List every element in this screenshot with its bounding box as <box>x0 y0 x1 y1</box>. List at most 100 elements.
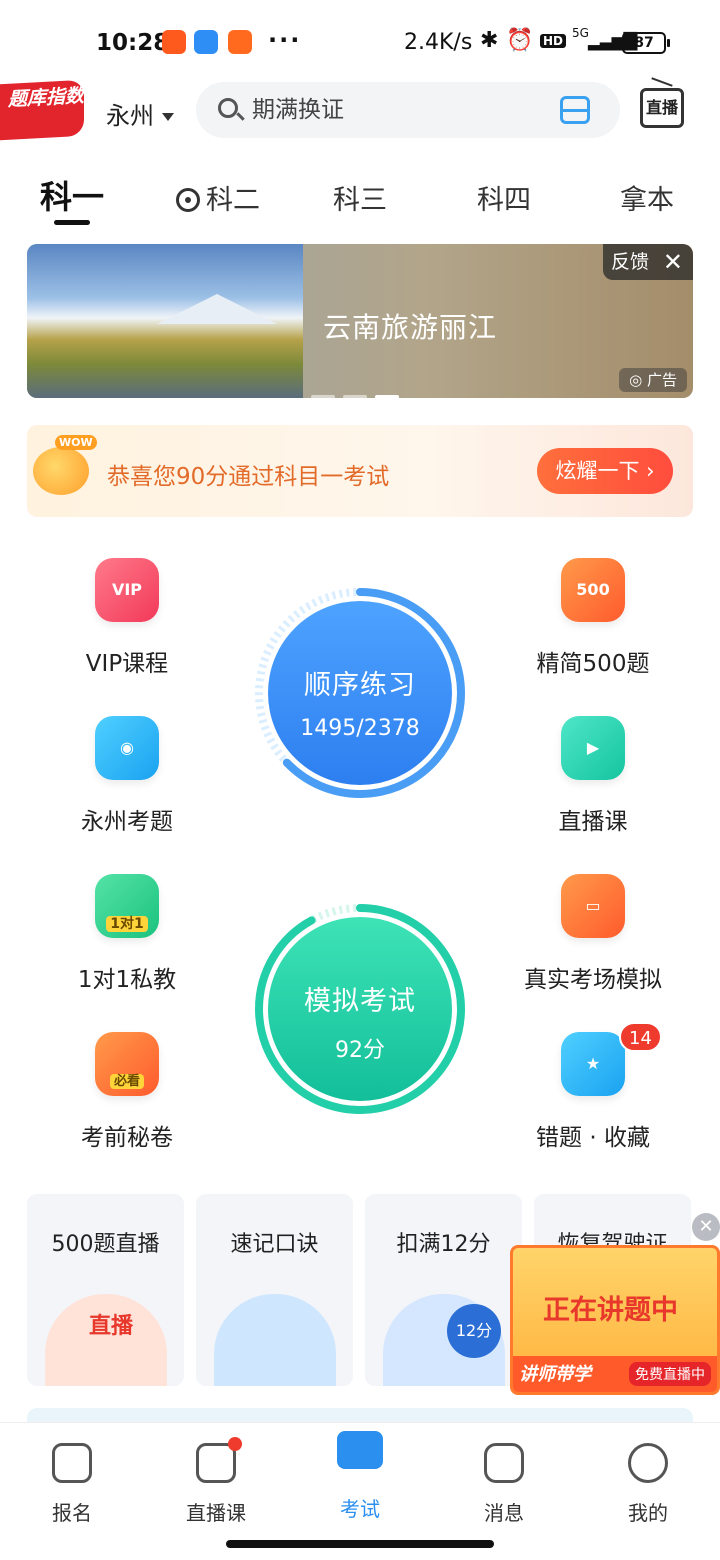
video-icon: ▶ <box>561 716 625 780</box>
exam-score: 92分 <box>335 1038 385 1063</box>
tab-get-license[interactable]: 拿本 <box>620 178 674 217</box>
nav-messages[interactable]: 消息 <box>454 1443 554 1526</box>
search-input[interactable] <box>252 92 552 128</box>
card-12-points[interactable]: 扣满12分 12分 <box>365 1194 522 1386</box>
ad-label: ◎ 广告 <box>619 368 687 392</box>
network-speed: 2.4K/s <box>404 30 473 55</box>
feature-label: 考前秘卷 <box>81 1125 173 1151</box>
shopping-bag-icon <box>228 30 252 54</box>
city-label: 永州 <box>106 102 154 130</box>
mascot-body <box>33 447 89 495</box>
practice-progress-text: 1495/2378 <box>300 716 420 741</box>
feature-exam-simulation[interactable]: ▭ 真实考场模拟 <box>513 874 673 994</box>
vip-icon-text: VIP <box>111 580 143 599</box>
card-mnemonics[interactable]: 速记口诀 <box>196 1194 353 1386</box>
500-icon-text: 500 <box>576 580 610 599</box>
signal-5g-label: 5G <box>572 26 589 40</box>
teacher-label: 讲师带学 <box>519 1364 591 1385</box>
star-bookmark-icon: ★ <box>561 1032 625 1096</box>
status-bar: 10:28 ··· 2.4K/s ✱ ⏰ HD 5G ▂▃▅▇ 87 <box>0 0 720 84</box>
feedback-label: 反馈 <box>611 251 650 273</box>
unread-count-badge: 14 <box>619 1022 662 1052</box>
sequential-practice-button[interactable]: 顺序练习 1495/2378 <box>254 587 466 799</box>
home-indicator <box>226 1540 494 1548</box>
secret-paper-icon: 必看 <box>95 1032 159 1096</box>
signup-icon <box>52 1443 92 1483</box>
congrats-text: 恭喜您90分通过科目一考试 <box>107 464 390 490</box>
tab-subject-4[interactable]: 科四 <box>477 178 531 217</box>
feature-secret-paper[interactable]: 必看 考前秘卷 <box>47 1032 207 1152</box>
feature-vip-course[interactable]: VIP VIP课程 <box>47 558 207 678</box>
caret-down-icon <box>162 113 174 121</box>
nav-label: 我的 <box>628 1501 668 1525</box>
battery-icon: 87 <box>622 32 670 54</box>
feature-label: 永州考题 <box>81 809 173 835</box>
secret-paper-icon-text: 必看 <box>109 1074 144 1089</box>
feature-live-course[interactable]: ▶ 直播课 <box>513 716 673 836</box>
profile-icon <box>628 1443 668 1483</box>
points-illustration: 12分 <box>383 1294 505 1386</box>
nav-exam[interactable]: 考试 <box>310 1431 410 1522</box>
close-floating-widget-icon[interactable]: ✕ <box>692 1213 720 1241</box>
city-selector[interactable]: 永州 <box>106 96 174 131</box>
tab-label: 科一 <box>40 178 105 216</box>
exam-core: 模拟考试 92分 <box>268 917 452 1101</box>
close-icon[interactable]: ✕ <box>663 244 683 280</box>
show-off-button[interactable]: 炫耀一下 › <box>537 448 673 494</box>
bluetooth-icon: ✱ <box>480 28 499 53</box>
feature-label: 1对1私教 <box>77 967 177 993</box>
feature-mistakes-favorites[interactable]: ★ 14 错题 · 收藏 <box>513 1022 673 1152</box>
message-icon <box>484 1443 524 1483</box>
tab-label: 拿本 <box>620 185 674 216</box>
card-500-live[interactable]: 500题直播 直播 <box>27 1194 184 1386</box>
banner-pagination <box>311 384 407 398</box>
floating-live-widget[interactable]: 正在讲题中 讲师带学 免费直播中 <box>510 1245 720 1395</box>
nav-label: 考试 <box>340 1497 380 1521</box>
monitor-icon: ▭ <box>561 874 625 938</box>
tab-subject-3[interactable]: 科三 <box>333 178 387 217</box>
feature-label: VIP课程 <box>85 651 169 677</box>
question-bank-index-logo[interactable]: 题库指数 <box>0 79 84 141</box>
nav-signup[interactable]: 报名 <box>22 1443 122 1526</box>
feature-500-questions[interactable]: 500 精简500题 <box>513 558 673 678</box>
app-notification-icon <box>194 30 218 54</box>
tab-subject-1[interactable]: 科一 <box>40 172 105 225</box>
feature-label: 直播课 <box>558 809 628 835</box>
live-tv-button[interactable]: 直播 <box>640 88 684 128</box>
search-bar[interactable] <box>196 82 620 138</box>
status-time: 10:28 <box>96 30 170 56</box>
ad-banner[interactable]: 云南旅游丽江 反馈 ✕ ◎ 广告 <box>27 244 693 398</box>
wow-badge: WOW <box>55 435 97 450</box>
hd-icon: HD <box>540 34 567 48</box>
exam-title: 模拟考试 <box>304 986 416 1017</box>
pagination-dot-active <box>375 395 399 398</box>
feedback-button[interactable]: 反馈 ✕ <box>603 244 693 280</box>
free-live-label: 免费直播中 <box>629 1362 711 1386</box>
tab-subject-2[interactable]: 科二 <box>176 178 260 217</box>
app-screen: 10:28 ··· 2.4K/s ✱ ⏰ HD 5G ▂▃▅▇ 87 题库指数 … <box>0 0 720 1560</box>
nav-live-course[interactable]: 直播课 <box>166 1437 266 1526</box>
mascot-icon: WOW <box>27 435 99 501</box>
tab-active-indicator <box>54 220 90 225</box>
nav-label: 报名 <box>52 1501 92 1525</box>
practice-core: 顺序练习 1495/2378 <box>268 601 452 785</box>
alarm-icon: ⏰ <box>506 28 534 53</box>
banner-photo <box>27 244 303 398</box>
card-title: 速记口诀 <box>230 1232 319 1257</box>
scan-icon[interactable] <box>560 96 590 124</box>
feature-local-questions[interactable]: ◉ 永州考题 <box>47 716 207 836</box>
card-title: 500题直播 <box>51 1232 160 1257</box>
live-widget-text: 正在讲题中 <box>543 1295 678 1326</box>
tab-label: 科二 <box>206 185 260 216</box>
feature-private-tutor[interactable]: 1对1 1对1私教 <box>47 874 207 994</box>
mock-exam-button[interactable]: 模拟考试 92分 <box>254 903 466 1115</box>
nav-profile[interactable]: 我的 <box>598 1443 698 1526</box>
practice-title: 顺序练习 <box>304 670 416 701</box>
nav-label: 消息 <box>484 1501 524 1525</box>
exam-folder-icon <box>337 1431 383 1469</box>
mountain-shape <box>157 294 277 324</box>
study-illustration <box>214 1294 336 1386</box>
subject-tabs: 科一 科二 科三 科四 拿本 <box>0 168 720 228</box>
pagination-dot <box>311 395 335 398</box>
congrats-bar[interactable]: WOW 恭喜您90分通过科目一考试 炫耀一下 › <box>27 425 693 517</box>
